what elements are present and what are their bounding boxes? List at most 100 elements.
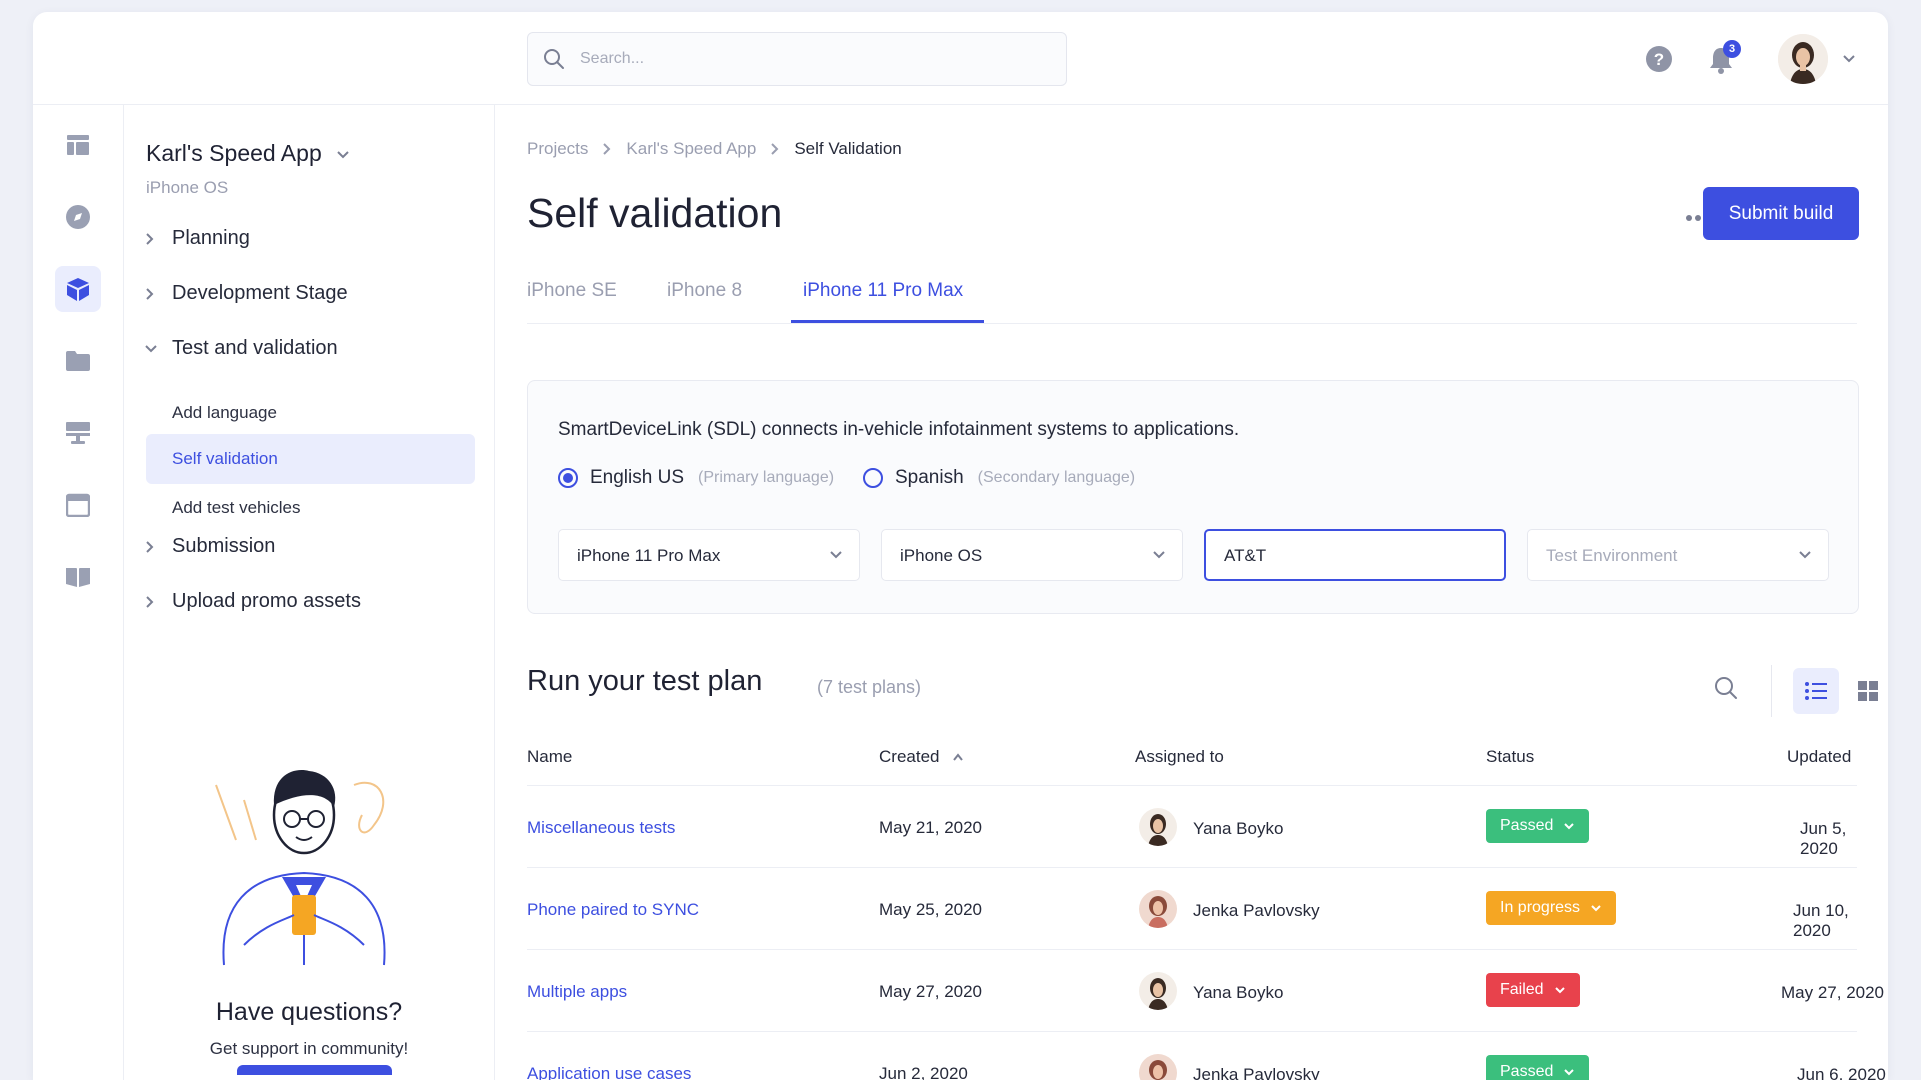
search-icon[interactable] [1713, 675, 1739, 706]
chevron-right-icon [770, 142, 780, 156]
user-avatar[interactable] [1778, 34, 1828, 84]
dashboard-icon[interactable] [55, 122, 101, 168]
nav-item-development[interactable]: Development Stage [144, 282, 348, 305]
device-select[interactable]: iPhone 11 Pro Max [558, 529, 860, 581]
support-illustration [215, 770, 386, 966]
column-header-created[interactable]: Created [879, 747, 964, 767]
column-header-status[interactable]: Status [1486, 747, 1534, 767]
nav-item-label: Submission [172, 535, 276, 557]
top-bar: Search... ? 3 [33, 12, 1888, 105]
chevron-down-icon [1563, 1066, 1575, 1078]
sort-ascending-icon [952, 747, 964, 767]
radio-spanish[interactable]: Spanish (Secondary language) [863, 467, 1135, 489]
calendar-icon[interactable] [55, 482, 101, 528]
project-selector[interactable]: Karl's Speed App [146, 140, 350, 168]
chevron-right-icon [144, 540, 166, 554]
environment-select[interactable]: Test Environment [1527, 529, 1829, 581]
folder-icon[interactable] [55, 338, 101, 384]
community-button[interactable] [237, 1065, 392, 1075]
os-select[interactable]: iPhone OS [881, 529, 1183, 581]
nav-subitem-label: Self validation [172, 449, 278, 468]
table-divider [527, 785, 1857, 786]
active-tab-indicator [791, 320, 984, 323]
tab-iphone-8[interactable]: iPhone 8 [667, 280, 742, 302]
status-dropdown-in-progress[interactable]: In progress [1486, 891, 1617, 925]
column-header-name[interactable]: Name [527, 747, 572, 767]
radio-hint: (Primary language) [698, 469, 835, 486]
carrier-input[interactable]: AT&T [1204, 529, 1506, 581]
chevron-down-icon[interactable] [1842, 52, 1856, 71]
chevron-down-icon [1554, 984, 1566, 996]
chevron-down-icon [144, 342, 166, 356]
breadcrumb: Projects Karl's Speed App Self Validatio… [527, 139, 902, 159]
table-divider [527, 1031, 1857, 1032]
tab-iphone-11-pro-max[interactable]: iPhone 11 Pro Max [803, 280, 963, 302]
created-date: May 25, 2020 [879, 900, 983, 919]
column-header-updated[interactable]: Updated [1787, 747, 1851, 767]
app-window: Search... ? 3 Karl's Speed App iPhone OS… [33, 12, 1888, 1080]
chevron-down-icon [1590, 902, 1602, 914]
chevron-right-icon [602, 142, 612, 156]
status-dropdown-passed[interactable]: Passed [1486, 1055, 1590, 1080]
device-tabs: iPhone SE iPhone 8 iPhone 11 Pro Max [527, 265, 1857, 324]
carrier-input-value: AT&T [1224, 546, 1267, 565]
nav-item-submission[interactable]: Submission [144, 535, 275, 558]
search-icon [542, 47, 566, 76]
nav-subitem-add-test-vehicles[interactable]: Add test vehicles [172, 498, 301, 518]
column-header-assigned[interactable]: Assigned to [1135, 747, 1224, 767]
nav-item-test-validation[interactable]: Test and validation [144, 337, 338, 360]
environment-placeholder: Test Environment [1546, 546, 1678, 565]
submit-build-button[interactable]: Submit build [1703, 187, 1859, 240]
status-dropdown-passed[interactable]: Passed [1486, 809, 1590, 843]
created-date: May 21, 2020 [879, 818, 983, 837]
book-icon[interactable] [55, 554, 101, 600]
testplan-name-link[interactable]: Multiple apps [527, 982, 627, 1002]
monitor-icon[interactable] [55, 410, 101, 456]
breadcrumb-current: Self Validation [794, 139, 902, 158]
nav-item-planning[interactable]: Planning [144, 227, 250, 250]
testplan-name-link[interactable]: Miscellaneous tests [527, 818, 675, 838]
os-select-value: iPhone OS [900, 546, 983, 565]
testplan-name-link[interactable]: Phone paired to SYNC [527, 900, 699, 920]
assignee-name: Jenka Pavlovsky [1193, 1065, 1320, 1080]
status-dropdown-failed[interactable]: Failed [1486, 973, 1580, 1007]
testplan-name-link[interactable]: Application use cases [527, 1064, 691, 1080]
config-description: SmartDeviceLink (SDL) connects in-vehicl… [558, 419, 1240, 440]
column-header-label: Created [879, 747, 940, 766]
search-placeholder: Search... [580, 50, 645, 67]
nav-item-upload-promo[interactable]: Upload promo assets [144, 590, 361, 613]
config-card: SmartDeviceLink (SDL) connects in-vehicl… [527, 380, 1859, 614]
nav-subitem-add-language[interactable]: Add language [172, 403, 277, 423]
device-select-value: iPhone 11 Pro Max [577, 546, 721, 565]
updated-date: Jun 6, 2020 [1797, 1065, 1886, 1080]
nav-subitem-self-validation[interactable]: Self validation [146, 434, 475, 484]
breadcrumb-projects[interactable]: Projects [527, 139, 588, 159]
assignee-name: Yana Boyko [1193, 819, 1284, 838]
radio-selected-icon [558, 468, 578, 488]
status-label: Failed [1500, 981, 1544, 998]
testplan-title: Run your test plan [527, 665, 763, 697]
updated-date: Jun 5, 2020 [1800, 819, 1847, 858]
search-input[interactable]: Search... [527, 32, 1067, 86]
project-platform: iPhone OS [146, 178, 229, 197]
compass-icon[interactable] [55, 194, 101, 240]
breadcrumb-app[interactable]: Karl's Speed App [626, 139, 756, 159]
chevron-down-icon [829, 548, 843, 567]
help-subtitle: Get support in community! [209, 1039, 409, 1058]
help-icon[interactable]: ? [1645, 45, 1673, 78]
notification-badge: 3 [1723, 40, 1741, 58]
testplan-count: (7 test plans) [817, 677, 922, 697]
list-view-icon[interactable] [1793, 668, 1839, 714]
radio-label: English US [590, 467, 684, 488]
status-label: Passed [1500, 817, 1554, 834]
chevron-right-icon [144, 287, 166, 301]
nav-item-label: Planning [172, 227, 250, 249]
radio-english-us[interactable]: English US (Primary language) [558, 467, 834, 489]
tab-iphone-se[interactable]: iPhone SE [527, 280, 617, 302]
cube-icon[interactable] [55, 266, 101, 312]
grid-view-icon[interactable] [1845, 668, 1888, 714]
table-divider [527, 949, 1857, 950]
radio-hint: (Secondary language) [977, 469, 1136, 486]
chevron-down-icon [336, 141, 350, 168]
project-nav: Karl's Speed App iPhone OS Planning Deve… [124, 105, 495, 1080]
